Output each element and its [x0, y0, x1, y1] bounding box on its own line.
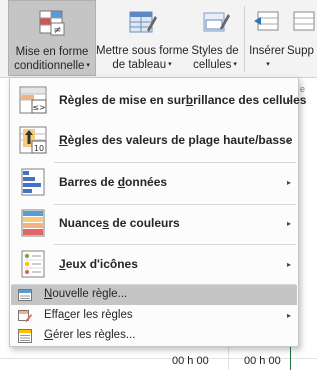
- menu-item-label: Effacer les règles: [44, 309, 133, 321]
- menu-item-label: Règles des valeurs de plage haute/basse: [59, 133, 293, 147]
- highlight-cells-rules-icon: ≤>: [19, 86, 47, 114]
- menu-item-label: Barres de données: [59, 175, 168, 189]
- conditional-formatting-label-2: conditionnelle: [14, 60, 85, 73]
- cell-styles-label-2: cellules: [193, 59, 232, 72]
- menu-item-label: Nuances de couleurs: [59, 216, 180, 230]
- svg-text:≠: ≠: [53, 25, 61, 36]
- cell-styles-label-1: Styles de: [191, 45, 239, 57]
- menu-item-label: Règles de mise en surbrillance des cellu…: [59, 93, 307, 107]
- menu-separator: [54, 162, 296, 163]
- format-as-table-button[interactable]: Mettre sous forme de tableau ▾: [96, 0, 189, 76]
- delete-cells-button[interactable]: Supp: [287, 0, 320, 76]
- chevron-down-icon: ▾: [86, 62, 90, 69]
- menu-item-label: Gérer les règles...: [44, 329, 136, 341]
- menu-item-clear-rules[interactable]: Effacer les règles ▸: [11, 306, 297, 326]
- cell-styles-button[interactable]: Styles de cellules ▾: [188, 0, 242, 76]
- svg-text:10: 10: [34, 144, 44, 153]
- clear-rules-icon: [18, 310, 32, 322]
- cell-styles-icon: [203, 12, 230, 32]
- submenu-arrow-icon: ▸: [286, 135, 291, 145]
- submenu-arrow-icon: ▸: [286, 259, 291, 269]
- menu-item-icon-sets[interactable]: Jeux d'icônes ▸: [11, 246, 297, 282]
- submenu-arrow-icon: ▸: [286, 95, 291, 105]
- conditional-formatting-icon: ≠: [39, 10, 65, 36]
- format-as-table-icon: [129, 11, 157, 33]
- submenu-arrow-icon: ▸: [286, 218, 291, 228]
- menu-item-top-bottom-rules[interactable]: 10 Règles des valeurs de plage haute/bas…: [11, 122, 297, 158]
- data-bars-icon: [21, 168, 45, 196]
- menu-item-label: Jeux d'icônes: [59, 257, 138, 271]
- menu-item-highlight-cells-rules[interactable]: ≤> Règles de mise en surbrillance des ce…: [11, 82, 306, 118]
- menu-item-new-rule[interactable]: Nouvelle règle...: [11, 285, 297, 305]
- icon-sets-icon: [21, 250, 45, 278]
- conditional-formatting-button[interactable]: ≠ Mise en forme conditionnelle ▾: [8, 0, 96, 76]
- insert-cells-label: Insérer: [249, 45, 285, 57]
- manage-rules-icon: [18, 329, 32, 343]
- menu-item-color-scales[interactable]: Nuances de couleurs ▸: [11, 205, 297, 241]
- insert-cells-icon: [254, 11, 279, 31]
- chevron-down-icon: ▾: [233, 61, 237, 68]
- format-as-table-label-1: Mettre sous forme: [96, 45, 189, 57]
- format-as-table-label-2: de tableau: [112, 59, 167, 72]
- conditional-formatting-menu: ≤> Règles de mise en surbrillance des ce…: [9, 77, 306, 347]
- color-scales-icon: [21, 209, 45, 237]
- svg-text:≤>: ≤>: [32, 103, 45, 112]
- top-bottom-rules-icon: 10: [19, 126, 47, 154]
- ribbon: ≠ Mise en forme conditionnelle ▾ Mettre s…: [0, 0, 317, 78]
- delete-cells-icon: [293, 11, 315, 31]
- menu-item-label: Nouvelle règle...: [44, 288, 128, 300]
- cell-value[interactable]: 00 h 00: [244, 355, 281, 367]
- menu-separator: [54, 244, 296, 245]
- menu-item-manage-rules[interactable]: Gérer les règles...: [11, 326, 297, 346]
- insert-cells-button[interactable]: Insérer ▾: [247, 0, 287, 76]
- chevron-down-icon: ▾: [168, 61, 172, 68]
- chevron-down-icon: ▾: [266, 61, 270, 68]
- cell-value[interactable]: 00 h 00: [172, 355, 209, 367]
- ribbon-separator: [244, 6, 245, 72]
- submenu-arrow-icon: ▸: [286, 177, 291, 187]
- submenu-arrow-icon: ▸: [286, 311, 291, 320]
- new-rule-icon: [18, 289, 32, 301]
- delete-cells-label: Supp: [287, 45, 314, 57]
- menu-item-data-bars[interactable]: Barres de données ▸: [11, 164, 297, 200]
- conditional-formatting-label-1: Mise en forme: [15, 46, 89, 58]
